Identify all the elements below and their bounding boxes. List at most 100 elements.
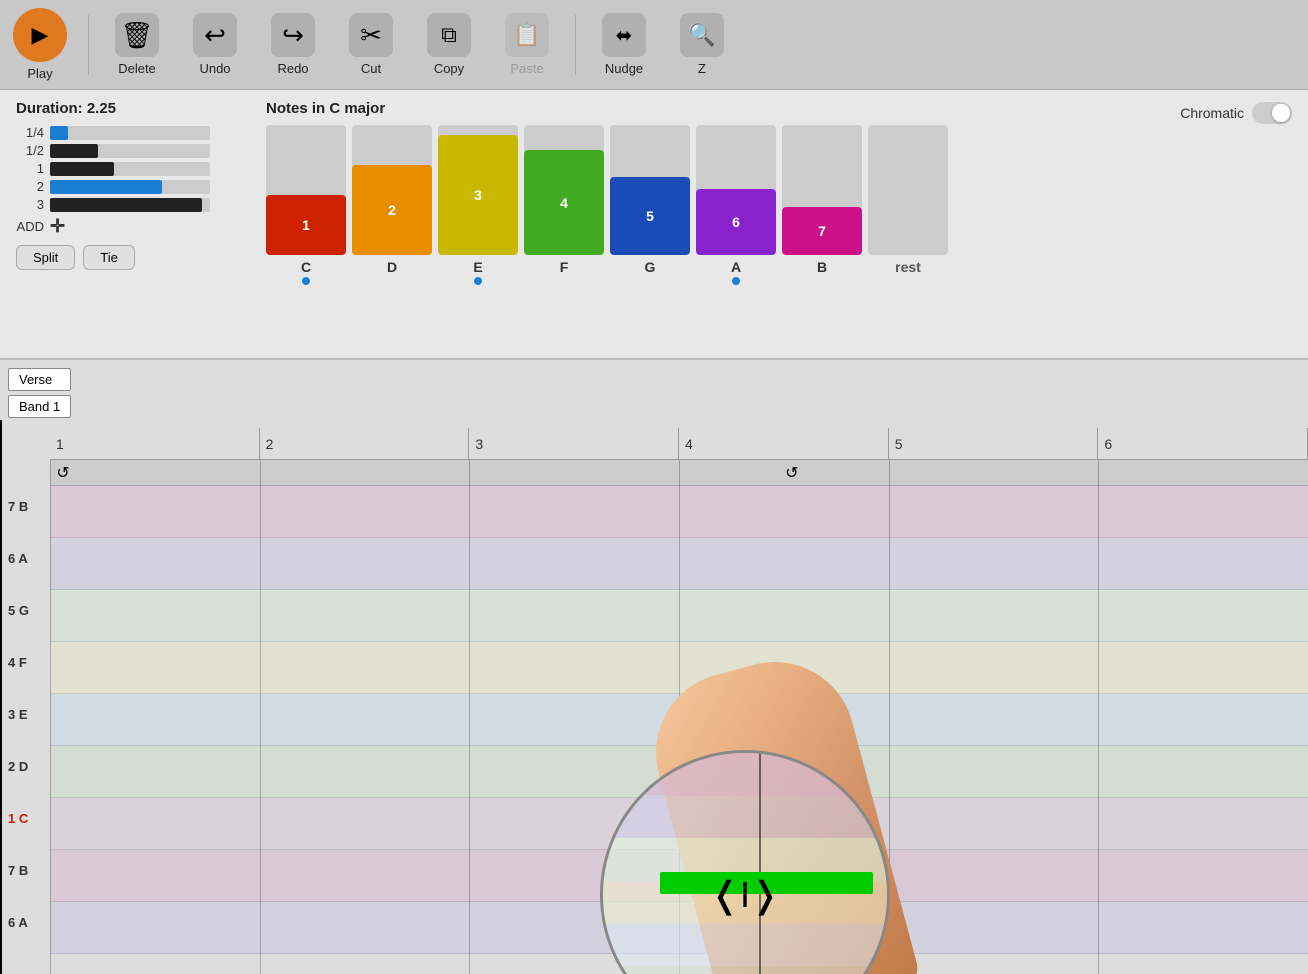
duration-row-1: 1	[16, 161, 236, 176]
measure-1: 1	[50, 428, 260, 459]
play-button[interactable]: ▶ Play	[10, 8, 70, 81]
note-bar-container-A: 6	[696, 125, 776, 255]
note-dot-E	[474, 277, 482, 285]
note-name-B: B	[817, 259, 827, 275]
tie-button[interactable]: Tie	[83, 245, 135, 270]
duration-fill-2	[50, 180, 162, 194]
duration-label-quarter: 1/4	[16, 125, 44, 140]
note-col-C[interactable]: 1 C	[266, 125, 346, 285]
note-name-D: D	[387, 259, 397, 275]
add-plus-button[interactable]: ✛	[50, 216, 65, 237]
measure-4: 4	[679, 428, 889, 459]
label-2D: 2 D	[0, 740, 50, 792]
notes-section: Notes in C major 1 C 2 D	[266, 100, 1150, 285]
label-6A-2: 6 A	[0, 896, 50, 948]
label-1C: 1 C	[0, 792, 50, 844]
note-number-C: 1	[302, 217, 310, 233]
cut-icon: ✂	[349, 13, 393, 57]
delete-button[interactable]: 🗑 Delete	[107, 13, 167, 76]
duration-track-1[interactable]	[50, 162, 210, 176]
note-col-rest[interactable]: rest	[868, 125, 948, 285]
note-number-D: 2	[388, 202, 396, 218]
chromatic-label: Chromatic	[1180, 105, 1244, 121]
split-button[interactable]: Split	[16, 245, 75, 270]
note-col-B[interactable]: 7 B	[782, 125, 862, 285]
nudge-button[interactable]: ⬌ Nudge	[594, 13, 654, 76]
duration-row-half: 1/2	[16, 143, 236, 158]
label-7B: 7 B	[0, 480, 50, 532]
pr-row-7B-2	[50, 850, 1308, 902]
zoom-button[interactable]: 🔍 Z	[672, 13, 732, 76]
note-bar-container-G: 5	[610, 125, 690, 255]
loop-row: ↺ ↺	[50, 460, 1308, 486]
pr-row-6A	[50, 538, 1308, 590]
pr-row-5G	[50, 590, 1308, 642]
paste-icon: 📋	[505, 13, 549, 57]
note-col-D[interactable]: 2 D	[352, 125, 432, 285]
zoom-icon: 🔍	[680, 13, 724, 57]
undo-button[interactable]: ↩ Undo	[185, 13, 245, 76]
cut-label: Cut	[361, 61, 381, 76]
split-tie-area: Split Tie	[16, 245, 236, 270]
add-label: ADD	[16, 219, 44, 234]
note-bar-container-C: 1	[266, 125, 346, 255]
note-bar-container-E: 3	[438, 125, 518, 255]
add-row: ADD ✛	[16, 216, 236, 237]
duration-track-half[interactable]	[50, 144, 210, 158]
note-number-F: 4	[560, 195, 568, 211]
duration-label-half: 1/2	[16, 143, 44, 158]
measure-6: 6	[1098, 428, 1308, 459]
play-icon: ▶	[13, 8, 67, 62]
loop-icon-right[interactable]: ↺	[779, 460, 805, 486]
duration-fill-3	[50, 198, 202, 212]
redo-button[interactable]: ↪ Redo	[263, 13, 323, 76]
copy-button[interactable]: ⧉ Copy	[419, 13, 479, 76]
loop-icon-left[interactable]: ↺	[50, 460, 76, 486]
duration-fill-quarter	[50, 126, 68, 140]
duration-track-quarter[interactable]	[50, 126, 210, 140]
label-6A: 6 A	[0, 532, 50, 584]
note-col-F[interactable]: 4 F	[524, 125, 604, 285]
note-bar-container-B: 7	[782, 125, 862, 255]
toggle-knob	[1272, 104, 1290, 122]
duration-label-1: 1	[16, 161, 44, 176]
note-number-E: 3	[474, 187, 482, 203]
toolbar-separator-2	[575, 15, 576, 75]
chromatic-area: Chromatic	[1180, 100, 1292, 124]
delete-icon: 🗑	[115, 13, 159, 57]
chromatic-toggle[interactable]	[1252, 102, 1292, 124]
note-name-F: F	[560, 259, 569, 275]
note-bar-container-rest	[868, 125, 948, 255]
delete-label: Delete	[118, 61, 156, 76]
label-5G: 5 G	[0, 584, 50, 636]
paste-button[interactable]: 📋 Paste	[497, 13, 557, 76]
note-col-E[interactable]: 3 E	[438, 125, 518, 285]
note-bar-D: 2	[352, 165, 432, 255]
duration-row-2: 2	[16, 179, 236, 194]
duration-track-2[interactable]	[50, 180, 210, 194]
label-7B-2: 7 B	[0, 844, 50, 896]
note-name-A: A	[731, 259, 741, 275]
paste-label: Paste	[510, 61, 543, 76]
cut-button[interactable]: ✂ Cut	[341, 13, 401, 76]
playhead	[0, 420, 2, 974]
note-bar-B: 7	[782, 207, 862, 255]
nudge-icon: ⬌	[602, 13, 646, 57]
note-number-G: 5	[646, 208, 654, 224]
note-col-A[interactable]: 6 A	[696, 125, 776, 285]
copy-icon: ⧉	[427, 13, 471, 57]
note-col-G[interactable]: 5 G	[610, 125, 690, 285]
duration-bars: 1/4 1/2 1 2	[16, 125, 236, 212]
duration-row-3: 3	[16, 197, 236, 212]
duration-section: Duration: 2.25 1/4 1/2 1 2	[16, 100, 236, 270]
zoom-label: Z	[698, 61, 706, 76]
measure-3: 3	[469, 428, 679, 459]
note-dot-C	[302, 277, 310, 285]
pr-row-6A-2	[50, 902, 1308, 954]
note-number-A: 6	[732, 214, 740, 230]
note-dot-A	[732, 277, 740, 285]
duration-track-3[interactable]	[50, 198, 210, 212]
note-bar-F: 4	[524, 150, 604, 255]
label-3E: 3 E	[0, 688, 50, 740]
note-labels: 7 B 6 A 5 G 4 F 3 E 2 D 1 C 7 B 6 A	[0, 360, 50, 974]
